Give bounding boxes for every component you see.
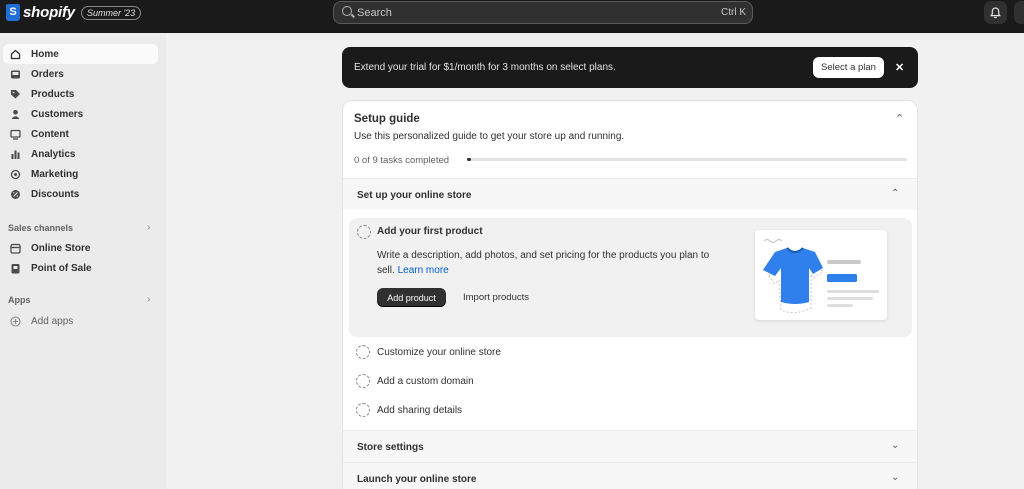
- task-description: Write a description, add photos, and set…: [377, 248, 717, 278]
- select-plan-button[interactable]: Select a plan: [813, 57, 884, 78]
- tag-icon: [10, 89, 21, 100]
- task-status-circle-icon[interactable]: [356, 403, 370, 417]
- sidebar-item-label: Discounts: [31, 188, 80, 200]
- task-add-first-product: Add your first product Write a descripti…: [349, 218, 912, 337]
- chevron-down-icon[interactable]: ⌄: [891, 440, 899, 451]
- banner-text: Extend your trial for $1/month for 3 mon…: [354, 62, 616, 73]
- task-custom-domain[interactable]: Add a custom domain: [377, 376, 474, 387]
- shopify-bag-icon: S: [6, 4, 20, 21]
- chevron-down-icon[interactable]: ⌄: [891, 472, 899, 483]
- task-title[interactable]: Add your first product: [377, 226, 483, 237]
- discount-icon: [10, 189, 21, 200]
- progress-fill: [467, 158, 471, 161]
- chevron-right-icon[interactable]: ›: [147, 222, 150, 233]
- search-shortcut: Ctrl K: [721, 7, 746, 18]
- sidebar-item-customers[interactable]: Customers: [3, 104, 158, 124]
- sidebar-item-orders[interactable]: Orders: [3, 64, 158, 84]
- person-icon: [10, 109, 21, 120]
- sidebar-item-add-apps[interactable]: Add apps: [3, 311, 158, 331]
- apps-heading[interactable]: Apps: [8, 295, 31, 305]
- search-input[interactable]: Search Ctrl K: [333, 1, 753, 24]
- task-customize-store[interactable]: Customize your online store: [377, 347, 501, 358]
- product-illustration: [755, 230, 887, 320]
- chevron-up-icon[interactable]: ⌃: [895, 112, 904, 125]
- sidebar-item-content[interactable]: Content: [3, 124, 158, 144]
- sidebar: Home Orders Products Customers Content A…: [0, 33, 166, 489]
- tshirt-icon: [763, 238, 879, 314]
- section-store-settings[interactable]: Store settings ⌄: [343, 430, 917, 462]
- sidebar-item-label: Analytics: [31, 148, 76, 160]
- section-label: Set up your online store: [357, 190, 472, 201]
- sidebar-item-products[interactable]: Products: [3, 84, 158, 104]
- inbox-icon: [10, 69, 21, 80]
- edition-badge: Summer '23: [80, 5, 142, 20]
- notifications-button[interactable]: [984, 1, 1007, 24]
- progress-bar: [467, 158, 907, 161]
- store-icon: [10, 243, 21, 254]
- learn-more-link[interactable]: Learn more: [398, 265, 449, 276]
- sidebar-item-marketing[interactable]: Marketing: [3, 164, 158, 184]
- add-product-button[interactable]: Add product: [377, 288, 446, 307]
- sidebar-item-label: Add apps: [31, 315, 74, 327]
- sidebar-item-label: Home: [31, 48, 59, 60]
- sidebar-item-discounts[interactable]: Discounts: [3, 184, 158, 204]
- progress-text: 0 of 9 tasks completed: [354, 155, 450, 166]
- setup-guide-card: Setup guide ⌃ Use this personalized guid…: [342, 100, 918, 489]
- sidebar-item-label: Point of Sale: [31, 262, 92, 274]
- content-icon: [10, 129, 21, 140]
- sidebar-item-label: Content: [31, 128, 69, 140]
- sidebar-item-label: Customers: [31, 108, 84, 120]
- setup-guide-title: Setup guide: [354, 113, 420, 125]
- task-status-circle-icon[interactable]: [357, 225, 371, 239]
- top-bar: S shopify Summer '23 Search Ctrl K: [0, 0, 1024, 33]
- section-launch-store[interactable]: Launch your online store ⌄: [343, 462, 917, 489]
- sidebar-item-label: Products: [31, 88, 75, 100]
- close-icon[interactable]: ✕: [895, 61, 904, 74]
- task-status-circle-icon[interactable]: [356, 345, 370, 359]
- task-sharing-details[interactable]: Add sharing details: [377, 405, 462, 416]
- chevron-right-icon[interactable]: ›: [147, 294, 150, 305]
- sidebar-item-point-of-sale[interactable]: Point of Sale: [3, 258, 158, 278]
- search-placeholder: Search: [357, 7, 392, 19]
- search-icon: [342, 6, 352, 16]
- shopify-logo[interactable]: S shopify Summer '23: [6, 4, 142, 21]
- chevron-up-icon[interactable]: ⌃: [891, 188, 899, 199]
- target-icon: [10, 169, 21, 180]
- plus-circle-icon: [10, 315, 21, 327]
- sidebar-item-label: Orders: [31, 68, 64, 80]
- bell-icon: [990, 6, 1001, 18]
- import-products-button[interactable]: Import products: [463, 292, 529, 303]
- section-label: Launch your online store: [357, 474, 477, 485]
- sidebar-item-analytics[interactable]: Analytics: [3, 144, 158, 164]
- section-online-store[interactable]: Set up your online store ⌃: [343, 178, 917, 210]
- bar-chart-icon: [10, 149, 21, 160]
- task-status-circle-icon[interactable]: [356, 374, 370, 388]
- setup-guide-subtitle: Use this personalized guide to get your …: [354, 131, 625, 142]
- sales-channels-heading[interactable]: Sales channels: [8, 223, 73, 233]
- store-menu-button[interactable]: [1014, 1, 1024, 24]
- sidebar-item-online-store[interactable]: Online Store: [3, 238, 158, 258]
- section-label: Store settings: [357, 442, 424, 453]
- sidebar-item-label: Online Store: [31, 242, 91, 254]
- home-icon: [10, 49, 21, 60]
- pos-icon: [10, 263, 21, 274]
- sidebar-item-label: Marketing: [31, 168, 79, 180]
- brand-name: shopify: [23, 4, 75, 21]
- sidebar-item-home[interactable]: Home: [3, 44, 158, 64]
